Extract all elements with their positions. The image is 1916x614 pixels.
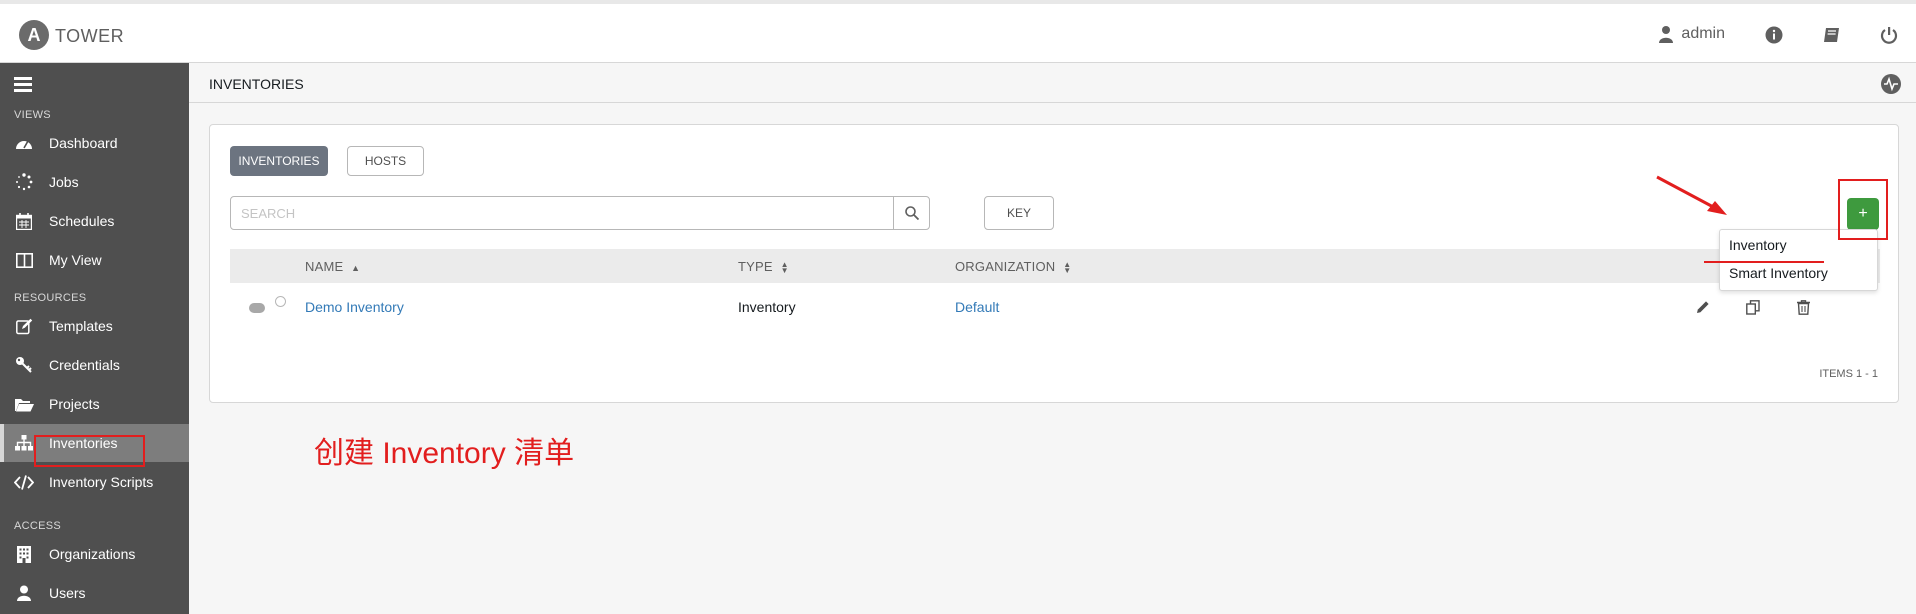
sidebar-item-label: Credentials (49, 357, 120, 373)
book-icon[interactable] (1820, 23, 1844, 47)
delete-icon[interactable] (1793, 297, 1813, 317)
sidebar-item-label: My View (49, 252, 102, 268)
table-row: Demo Inventory Inventory Default (230, 283, 1880, 333)
section-views: VIEWS (14, 109, 51, 121)
copy-icon[interactable] (1743, 297, 1763, 317)
search-icon[interactable] (893, 197, 929, 229)
columns-icon (14, 250, 34, 270)
organization-link[interactable]: Default (955, 299, 999, 315)
user-menu[interactable]: admin (1659, 25, 1725, 43)
code-icon (14, 472, 34, 492)
sidebar-item-projects[interactable]: Projects (0, 385, 189, 423)
tower-logo-icon[interactable]: A (19, 20, 49, 50)
power-icon[interactable] (1877, 23, 1901, 47)
top-header: A TOWER admin (0, 0, 1916, 63)
section-access: ACCESS (14, 520, 62, 532)
sidebar-item-jobs[interactable]: Jobs (0, 163, 189, 201)
sidebar-item-label: Templates (49, 318, 113, 334)
dashboard-icon (14, 133, 34, 153)
sidebar-item-label: Schedules (49, 213, 115, 229)
sidebar-item-label: Projects (49, 396, 100, 412)
activity-stream-icon[interactable] (1881, 74, 1901, 94)
sort-icon: ▲ ▼ (1063, 259, 1072, 275)
inventories-panel: INVENTORIES HOSTS KEY + NAME ▲ TYPE ▲▼ O… (209, 124, 1899, 403)
column-organization[interactable]: ORGANIZATION ▲ ▼ (955, 259, 1071, 274)
pencil-square-icon (14, 316, 34, 336)
user-icon (1659, 26, 1674, 43)
info-icon[interactable] (1762, 23, 1786, 47)
sidebar-item-label: Jobs (49, 174, 79, 190)
breadcrumb-bar: INVENTORIES (189, 63, 1916, 103)
spinner-icon (14, 172, 34, 192)
sidebar-item-users[interactable]: Users (0, 574, 189, 612)
sort-icon: ▲ ▼ (780, 259, 789, 275)
annotation-highlight-add-button (1838, 179, 1888, 240)
annotation-caption: 创建 Inventory 清单 (314, 437, 575, 470)
menu-item-smart-inventory[interactable]: Smart Inventory (1729, 265, 1828, 281)
sidebar-item-label: Users (49, 585, 86, 601)
folder-open-icon (14, 394, 34, 414)
sidebar-item-templates[interactable]: Templates (0, 307, 189, 345)
calendar-icon (14, 211, 34, 231)
sidebar: VIEWS Dashboard Jobs Schedules My View R… (0, 63, 189, 614)
brand-name: TOWER (55, 26, 125, 46)
sort-asc-icon: ▲ (351, 263, 361, 273)
sidebar-item-dashboard[interactable]: Dashboard (0, 124, 189, 162)
column-label: ORGANIZATION (955, 259, 1056, 274)
annotation-highlight-inventories (34, 435, 145, 467)
building-icon (14, 544, 34, 564)
column-label: NAME (305, 259, 344, 274)
breadcrumb: INVENTORIES (209, 76, 304, 92)
status-indicator (275, 296, 286, 307)
username: admin (1681, 25, 1725, 42)
cloud-icon (249, 303, 265, 313)
sidebar-item-schedules[interactable]: Schedules (0, 202, 189, 240)
sidebar-item-credentials[interactable]: Credentials (0, 346, 189, 384)
annotation-arrow-icon (1656, 175, 1727, 215)
sidebar-item-label: Organizations (49, 546, 136, 562)
tab-inventories[interactable]: INVENTORIES (230, 146, 328, 176)
key-icon (14, 355, 34, 375)
item-count: ITEMS 1 - 1 (1819, 368, 1878, 380)
sidebar-item-label: Dashboard (49, 135, 118, 151)
column-label: TYPE (738, 259, 773, 274)
sidebar-item-inventory-scripts[interactable]: Inventory Scripts (0, 463, 189, 501)
sidebar-item-organizations[interactable]: Organizations (0, 535, 189, 573)
tab-hosts[interactable]: HOSTS (347, 146, 424, 176)
sidebar-item-label: Inventory Scripts (49, 474, 154, 490)
user-icon (14, 583, 34, 603)
column-name[interactable]: NAME ▲ (305, 259, 360, 274)
search-box (230, 196, 930, 230)
sidebar-item-my-view[interactable]: My View (0, 241, 189, 279)
annotation-underline (1704, 261, 1824, 263)
key-button[interactable]: KEY (984, 196, 1054, 230)
inventory-type: Inventory (738, 299, 796, 315)
search-input[interactable] (231, 197, 887, 229)
sitemap-icon (14, 433, 34, 453)
inventory-name-link[interactable]: Demo Inventory (305, 299, 404, 315)
section-resources: RESOURCES (14, 292, 87, 304)
menu-item-inventory[interactable]: Inventory (1729, 237, 1787, 253)
edit-icon[interactable] (1693, 297, 1713, 317)
table-header: NAME ▲ TYPE ▲ ▼ ORGANIZATION ▲ ▼ (230, 249, 1880, 283)
logo-letter: A (27, 24, 41, 45)
column-type[interactable]: TYPE ▲ ▼ (738, 259, 789, 274)
menu-toggle-icon[interactable] (14, 77, 32, 92)
